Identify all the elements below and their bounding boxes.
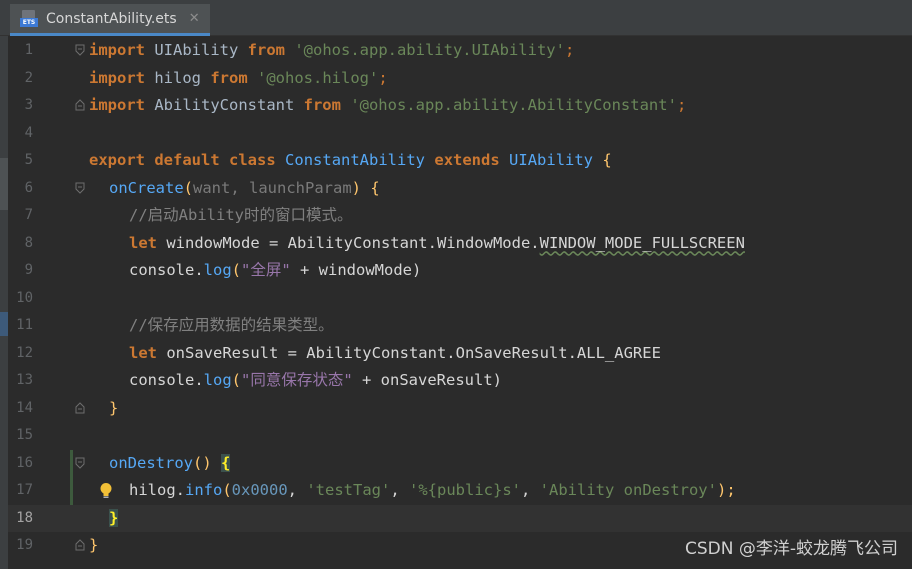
fold-marker-icon[interactable] [75,44,85,56]
code-text: } [109,398,119,417]
line-number: 17 [16,482,33,498]
fold-marker-icon[interactable] [75,182,85,194]
line-number: 11 [16,317,33,333]
fold-marker-icon[interactable] [75,539,85,551]
code-text: import UIAbility from '@ohos.app.ability… [89,41,575,59]
watermark: CSDN @李洋-蛟龙腾飞公司 [684,539,898,559]
line-number: 6 [24,179,33,196]
code-line: 9 console.log("全屏" + windowMode) [8,257,912,285]
line-number: 1 [24,42,33,58]
code-comment: //启动Ability时的窗口模式。 [129,206,353,224]
code-line: 14 } [8,395,912,423]
code-line: 17 hilog.info(0x0000, 'testTag', '%{publ… [8,477,912,505]
code-line: 4 [8,120,912,148]
line-number: 12 [16,344,33,361]
ide-window: ETS ConstantAbility.ets ✕ 1 import UIAbi… [0,0,912,569]
line-number: 9 [24,262,33,278]
tab-constantability[interactable]: ETS ConstantAbility.ets ✕ [10,4,210,36]
tab-title: ConstantAbility.ets [46,10,177,27]
line-number: 5 [24,152,33,168]
code-editor[interactable]: 1 import UIAbility from '@ohos.app.abili… [8,36,912,569]
code-text: export default class ConstantAbility ext… [89,151,612,169]
line-number: 8 [24,234,33,251]
line-number: 4 [24,124,33,141]
code-line: 15 [8,422,912,450]
code-text: console.log("全屏" + windowMode) [129,261,422,279]
code-line: 6 onCreate(want, launchParam) { [8,175,912,203]
line-number: 16 [16,454,33,471]
code-line: 3 import AbilityConstant from '@ohos.app… [8,92,912,120]
code-text: console.log("同意保存状态" + onSaveResult) [129,371,502,389]
code-line: 10 [8,285,912,313]
code-line-current: 18 } [8,504,912,532]
code-line: 1 import UIAbility from '@ohos.app.abili… [8,37,912,65]
line-number: 19 [16,537,33,553]
tool-strip-item[interactable] [0,158,8,210]
code-line: 2 import hilog from '@ohos.hilog'; [8,65,912,93]
code-text: import hilog from '@ohos.hilog'; [89,68,388,87]
code-text: } [89,536,99,554]
code-text: onCreate(want, launchParam) { [109,178,380,197]
code-line: 7 //启动Ability时的窗口模式。 [8,202,912,230]
fold-marker-icon[interactable] [75,401,85,414]
line-number: 15 [16,427,33,443]
code-line: 12 let onSaveResult = AbilityConstant.On… [8,340,912,368]
fold-marker-icon[interactable] [75,99,85,111]
line-number: 7 [24,207,33,223]
lightbulb-icon[interactable] [99,482,113,500]
code-text: import AbilityConstant from '@ohos.app.a… [89,96,687,114]
tool-strip-item-active[interactable] [0,312,8,336]
code-line: 13 console.log("同意保存状态" + onSaveResult) [8,367,912,395]
line-number: 3 [24,97,33,113]
line-number: 13 [16,372,33,388]
code-text: let windowMode = AbilityConstant.WindowM… [129,233,745,252]
code-line: 8 let windowMode = AbilityConstant.Windo… [8,230,912,258]
code-text: hilog.info(0x0000, 'testTag', '%{public}… [129,481,736,499]
line-number: 2 [24,69,33,86]
ets-file-icon: ETS [20,9,38,28]
code-line: 16 onDestroy() { [8,450,912,478]
code-text: let onSaveResult = AbilityConstant.OnSav… [129,343,661,362]
code-line: 11 //保存应用数据的结果类型。 [8,312,912,340]
left-tool-strip [0,36,8,569]
code-text: } [109,508,119,527]
code-line: 5 export default class ConstantAbility e… [8,147,912,175]
editor-tab-bar: ETS ConstantAbility.ets ✕ [0,0,912,36]
code-comment: //保存应用数据的结果类型。 [129,316,334,334]
line-number: 14 [16,399,33,416]
line-number: 10 [16,289,33,306]
code-text: onDestroy() { [109,453,231,472]
fold-marker-icon[interactable] [75,457,85,469]
close-icon[interactable]: ✕ [189,11,200,26]
line-number: 18 [16,509,33,526]
